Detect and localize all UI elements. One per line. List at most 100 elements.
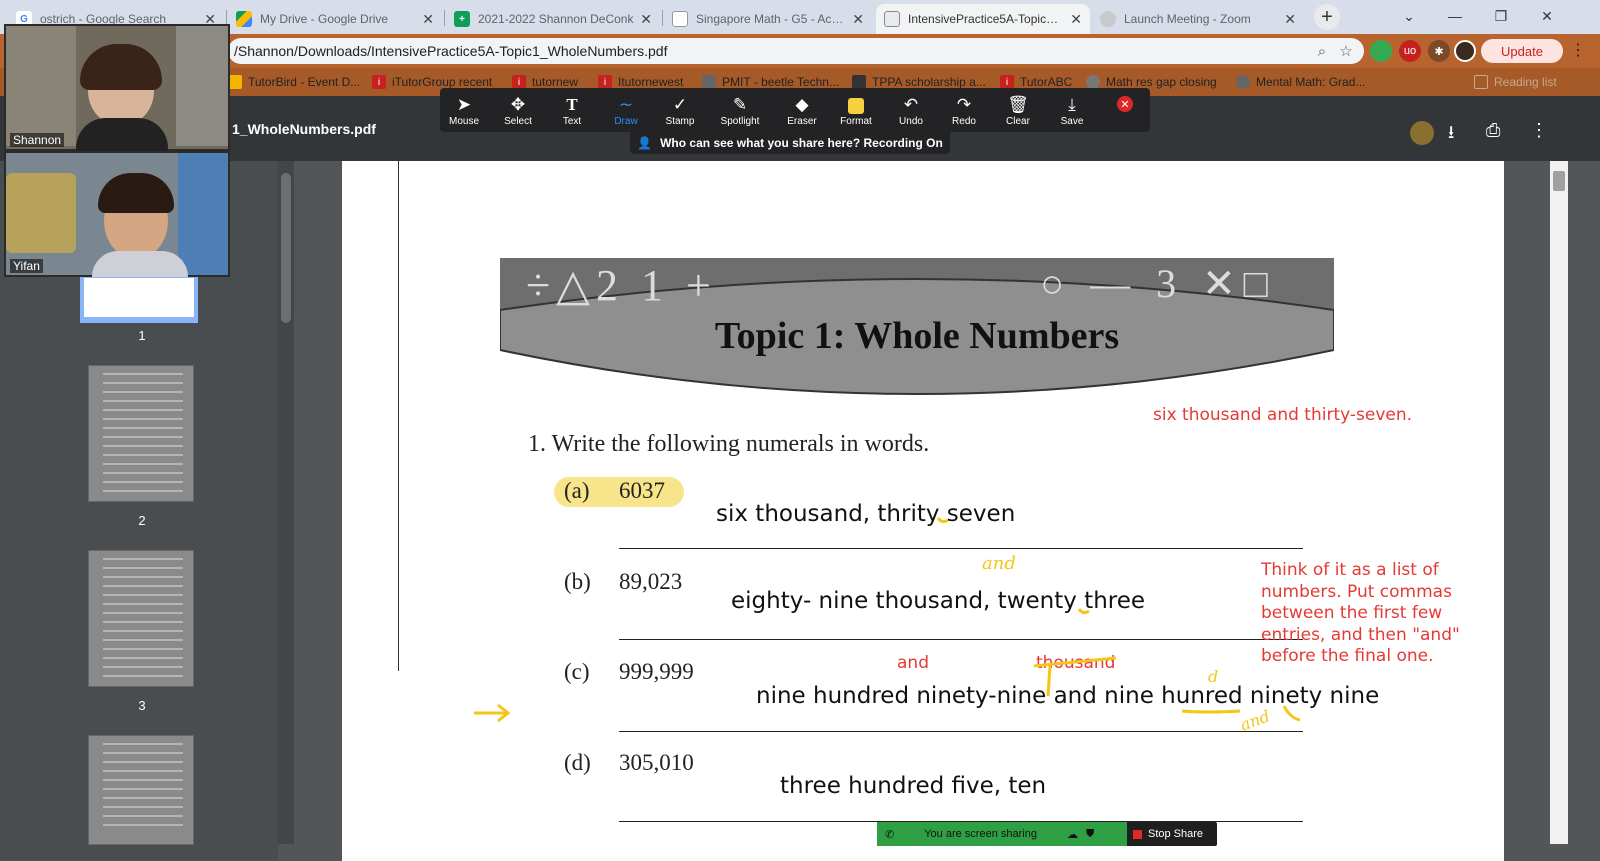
cursor-icon: ➤ xyxy=(456,95,472,114)
thumbnail-page-2[interactable] xyxy=(88,365,194,502)
minimize-icon[interactable]: — xyxy=(1432,0,1478,32)
ink-strokes xyxy=(474,517,1301,723)
trash-icon: 🗑 xyxy=(1007,95,1029,114)
tab-singapore-math[interactable]: Singapore Math - G5 - Acade ✕ xyxy=(664,4,872,34)
save-icon: ⤓ xyxy=(1068,95,1076,114)
bookmark-item[interactable]: i iTutorGroup recent xyxy=(372,75,492,89)
thumbnail-number: 2 xyxy=(138,513,146,528)
phone-icon: ✆ xyxy=(885,828,895,841)
bookmark-item[interactable]: TutorBird - Event D... xyxy=(228,75,360,89)
tool-format[interactable]: Format xyxy=(832,94,880,127)
sidebar-scrollbar[interactable] xyxy=(278,161,294,844)
tool-text[interactable]: T Text xyxy=(548,94,596,127)
redo-icon: ↷ xyxy=(956,95,972,114)
tool-draw[interactable]: ∼ Draw xyxy=(602,94,650,127)
shield-icon: ⛊ xyxy=(1085,827,1095,840)
tab-title: 2021-2022 Shannon DeConk xyxy=(478,12,634,26)
text-icon: T xyxy=(566,95,578,114)
update-button[interactable]: Update xyxy=(1481,39,1563,63)
tool-redo[interactable]: ↷ Redo xyxy=(940,94,988,127)
globe-icon xyxy=(1100,11,1116,27)
reading-list[interactable]: Reading list xyxy=(1474,75,1557,89)
bookmark-item[interactable]: i Itutornewest xyxy=(598,75,683,89)
tool-select[interactable]: ✥ Select xyxy=(494,94,542,127)
print-icon[interactable]: ⎙ xyxy=(1486,120,1500,141)
tab-title: IntensivePractice5A-Topic1_W xyxy=(908,12,1065,26)
kebab-menu-icon[interactable]: ⋮ xyxy=(1570,40,1586,60)
bookmark-icon xyxy=(702,75,716,89)
tab-pdf-active[interactable]: IntensivePractice5A-Topic1_W ✕ xyxy=(876,4,1090,34)
avatar[interactable] xyxy=(1454,40,1476,62)
globe-icon xyxy=(884,11,900,27)
participant-video[interactable]: Shannon xyxy=(4,24,230,152)
close-annotation-icon[interactable]: ✕ xyxy=(1117,96,1133,112)
globe-icon xyxy=(1086,75,1100,89)
bookmark-item[interactable]: Mental Math: Grad... xyxy=(1236,75,1365,89)
close-icon[interactable]: ✕ xyxy=(640,11,652,28)
page-scrollbar[interactable] xyxy=(1550,161,1568,844)
puzzle-icon[interactable]: ✱ xyxy=(1428,40,1450,62)
tool-stamp[interactable]: ✓ Stamp xyxy=(656,94,704,127)
avatar xyxy=(1410,121,1434,145)
ublock-icon[interactable]: uo xyxy=(1399,40,1421,62)
close-icon[interactable]: ✕ xyxy=(1070,11,1082,28)
tab-title: My Drive - Google Drive xyxy=(260,12,389,26)
bookmark-item[interactable]: PMIT - beetle Techn... xyxy=(702,75,839,89)
address-bar[interactable]: /Shannon/Downloads/IntensivePractice5A-T… xyxy=(228,38,1364,64)
tool-spotlight[interactable]: ✎ Spotlight xyxy=(716,94,764,127)
thumbnail-page-1[interactable] xyxy=(80,275,198,323)
sharing-notice[interactable]: 👤 Who can see what you share here? Recor… xyxy=(630,132,950,154)
extension-icon[interactable] xyxy=(1370,40,1392,62)
zoom-magnifier-icon[interactable]: ⌕ xyxy=(1310,43,1334,60)
screen-sharing-bar: ✆ You are screen sharing ☁ ⛊ Stop Share xyxy=(877,822,1217,846)
restore-icon[interactable]: ❐ xyxy=(1478,0,1524,32)
bookmark-item[interactable]: i TutorABC xyxy=(1000,75,1072,89)
bookmark-icon: i xyxy=(1000,75,1014,89)
drive-icon xyxy=(236,11,252,27)
window-close-icon[interactable]: ✕ xyxy=(1524,0,1570,32)
bookmark-icon: i xyxy=(512,75,526,89)
tab-title: Launch Meeting - Zoom xyxy=(1124,12,1251,26)
undo-icon: ↶ xyxy=(903,95,919,114)
people-icon: 👤 xyxy=(637,136,653,150)
tool-eraser[interactable]: ◆ Eraser xyxy=(778,94,826,127)
checkmark-icon: ✓ xyxy=(672,95,688,114)
participant-video[interactable]: Yifan xyxy=(4,151,230,277)
close-icon[interactable]: ✕ xyxy=(1284,11,1296,28)
share-status: You are screen sharing xyxy=(924,828,1037,840)
bookmark-item[interactable]: i tutornew xyxy=(512,75,578,89)
tab-zoom-launch[interactable]: Launch Meeting - Zoom ✕ xyxy=(1092,4,1304,34)
thumbnail-number: 3 xyxy=(138,698,146,713)
tool-mouse[interactable]: ➤ Mouse xyxy=(440,94,488,127)
star-icon[interactable]: ☆ xyxy=(1334,42,1358,60)
tab-title: Singapore Math - G5 - Acade xyxy=(696,12,847,26)
tab-sheets[interactable]: + 2021-2022 Shannon DeConk ✕ xyxy=(446,4,660,34)
bookmark-item[interactable]: TPPA scholarship a... xyxy=(852,75,986,89)
close-icon[interactable]: ✕ xyxy=(422,11,434,28)
more-options-icon[interactable]: ⋮ xyxy=(1530,120,1548,141)
reading-list-icon xyxy=(1474,75,1488,89)
tab-search-icon[interactable]: ⌄ xyxy=(1386,0,1432,32)
pdf-page: ÷△2 1 + ○ — 3 ✕□ Topic 1: Whole Numbers … xyxy=(342,161,1504,861)
bookmark-icon xyxy=(228,75,242,89)
eraser-icon: ◆ xyxy=(795,95,809,114)
bookmark-icon: i xyxy=(372,75,386,89)
tool-save[interactable]: ⤓ Save xyxy=(1048,94,1096,127)
tab-google-drive[interactable]: My Drive - Google Drive ✕ xyxy=(228,4,442,34)
cloud-icon: ☁ xyxy=(1066,828,1078,841)
thumbnail-page-4[interactable] xyxy=(88,735,194,845)
bookmark-icon: i xyxy=(598,75,612,89)
bookmark-item[interactable]: Math res gap closing xyxy=(1086,75,1217,89)
close-icon[interactable]: ✕ xyxy=(852,11,864,28)
draw-icon: ∼ xyxy=(618,95,634,114)
thumbnail-page-3[interactable] xyxy=(88,550,194,687)
tool-undo[interactable]: ↶ Undo xyxy=(887,94,935,127)
download-icon[interactable]: ⭳ xyxy=(1448,120,1454,150)
new-tab-button[interactable]: + xyxy=(1314,4,1340,30)
color-swatch-icon xyxy=(848,94,864,116)
stop-share-button[interactable]: Stop Share xyxy=(1129,822,1217,846)
tool-clear[interactable]: 🗑 Clear xyxy=(994,94,1042,127)
url-text: /Shannon/Downloads/IntensivePractice5A-T… xyxy=(234,43,668,59)
thumbnail-number: 1 xyxy=(138,328,146,343)
stop-icon xyxy=(1133,829,1142,839)
